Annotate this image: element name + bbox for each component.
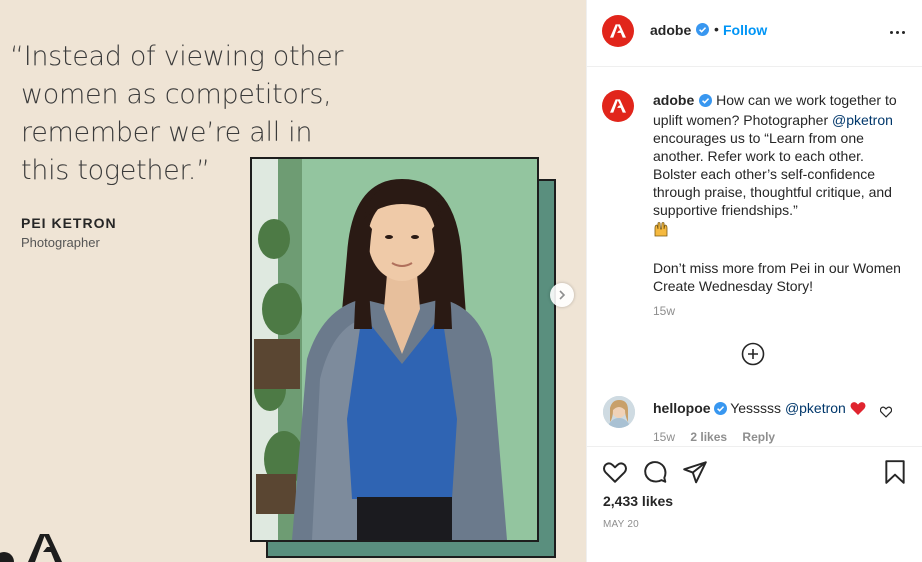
adobe-logo-icon [610, 24, 626, 38]
post-actions: 2,433 likes MAY 20 [587, 446, 922, 562]
load-more-comments-button[interactable] [741, 342, 765, 366]
caption-username[interactable]: adobe [653, 92, 694, 108]
follow-button[interactable]: Follow [723, 22, 767, 38]
reply-likes-count[interactable]: 2 likes [690, 430, 727, 444]
reply-timestamp[interactable]: 15w [653, 430, 675, 444]
likes-count[interactable]: 2,433 likes [603, 493, 673, 509]
like-heart-icon[interactable] [602, 459, 628, 485]
adobe-logo-icon [28, 534, 62, 562]
reply-body: Yesssss [730, 400, 782, 416]
header-username[interactable]: adobe [650, 22, 691, 38]
more-options-icon[interactable] [887, 22, 907, 42]
quote-line: “Instead of viewing other [10, 41, 344, 72]
quote-line: women as competitors, [21, 79, 332, 110]
separator-dot: • [714, 21, 719, 37]
comment-bubble-icon[interactable] [642, 459, 668, 485]
avatar[interactable] [602, 90, 634, 122]
quote-author-role: Photographer [21, 235, 100, 250]
raising-hands-emoji-icon [653, 221, 669, 241]
quote-author-name: PEI KETRON [21, 215, 117, 231]
post-date[interactable]: MAY 20 [603, 519, 639, 530]
reply-comment: hellopoe Yesssss @pketron [653, 399, 866, 420]
verified-badge-icon [699, 93, 713, 111]
chevron-right-icon [559, 290, 566, 300]
reply-mention-link[interactable]: @pketron [785, 400, 846, 416]
plus-circle-icon [741, 342, 765, 366]
carousel-next-button[interactable] [550, 283, 574, 307]
post-image[interactable]: “Instead of viewing other women as compe… [0, 0, 586, 562]
reply-button[interactable]: Reply [742, 430, 775, 444]
verified-badge-icon [696, 23, 709, 41]
portrait-photo [250, 157, 539, 542]
caption-text: adobe How can we work together to uplift… [653, 91, 903, 295]
avatar[interactable] [603, 396, 635, 428]
quote-line: remember we’re all in [21, 117, 313, 148]
reply-username[interactable]: hellopoe [653, 400, 711, 416]
adobe-logo-icon [610, 99, 626, 113]
post-header: adobe • Follow [587, 0, 922, 67]
bookmark-icon[interactable] [882, 459, 908, 485]
share-paper-plane-icon[interactable] [682, 459, 708, 485]
verified-badge-icon [713, 401, 727, 419]
caption-body: encourages us to “Learn from one another… [653, 130, 892, 218]
caption-timestamp[interactable]: 15w [653, 304, 675, 318]
avatar[interactable] [602, 15, 634, 47]
comments-list[interactable]: adobe How can we work together to uplift… [587, 68, 922, 445]
caption-body: Don’t miss more from Pei in our Women Cr… [653, 260, 901, 294]
post-side-panel: adobe • Follow adobe How can we work tog… [586, 0, 922, 562]
caption-mention-link[interactable]: @pketron [832, 112, 893, 128]
reply-meta: 15w 2 likes Reply [653, 430, 787, 444]
decorative-circle [0, 552, 14, 562]
like-comment-heart-icon[interactable] [879, 405, 893, 418]
red-heart-emoji-icon [850, 401, 866, 420]
